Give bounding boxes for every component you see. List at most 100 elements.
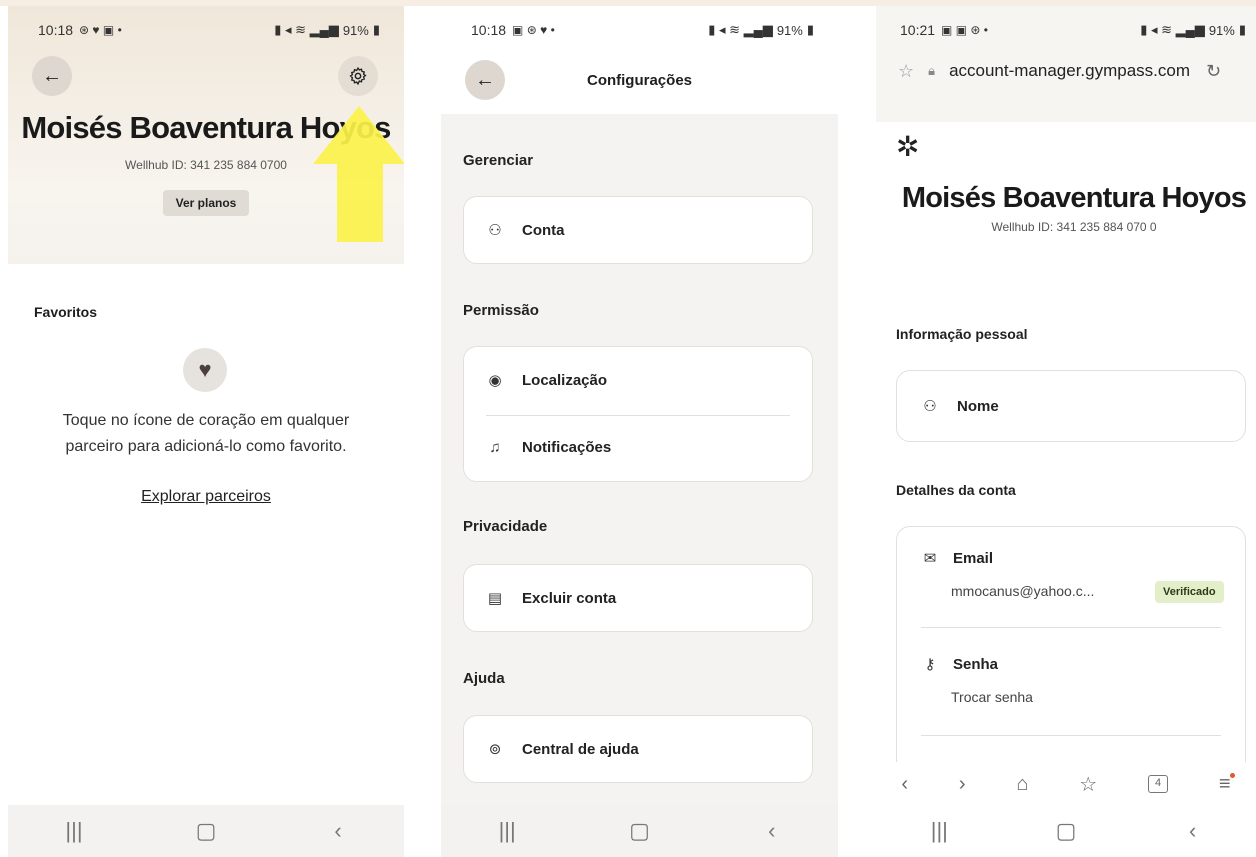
email-row[interactable]: ✉ Email bbox=[921, 549, 994, 568]
status-bar: 10:18 ▣ ⊛ ♥ • ▮ ◂ ≋ ▂▄▆ 91% ▮ bbox=[441, 6, 838, 54]
android-nav-bar: ||| ▢ ‹ bbox=[441, 805, 838, 857]
notifications-item[interactable]: ♫ Notificações bbox=[486, 439, 611, 456]
phone-settings-screen: 10:18 ▣ ⊛ ♥ • ▮ ◂ ≋ ▂▄▆ 91% ▮ ← Configur… bbox=[441, 6, 838, 857]
android-nav-bar: ||| ▢ ‹ bbox=[8, 805, 404, 857]
password-row[interactable]: ⚷ Senha bbox=[921, 655, 999, 674]
back-arrow-icon: ← bbox=[42, 64, 62, 87]
browser-back-icon[interactable]: ‹ bbox=[901, 773, 908, 796]
view-plans-button[interactable]: Ver planos bbox=[163, 190, 249, 216]
phone-browser-account-screen: 10:21 ▣ ▣ ⊛ • ▮ ◂ ≋ ▂▄▆ 91% ▮ ☆ 🔒︎ accou… bbox=[876, 6, 1256, 857]
address-bar[interactable]: ☆ 🔒︎ account-manager.gympass.com ↻ bbox=[876, 54, 1256, 88]
explore-partners-link[interactable]: Explorar parceiros bbox=[8, 488, 404, 506]
recent-apps-icon[interactable]: ||| bbox=[919, 818, 959, 844]
status-notification-icons: ⊛ ♥ ▣ • bbox=[79, 23, 122, 37]
wellhub-id: Wellhub ID: 341 235 884 070 0 bbox=[991, 220, 1157, 234]
back-nav-icon[interactable]: ‹ bbox=[752, 818, 792, 844]
home-nav-icon[interactable]: ▢ bbox=[1046, 818, 1086, 844]
heart-icon: ♥ bbox=[198, 357, 212, 382]
account-label: Conta bbox=[522, 221, 565, 239]
battery-icon: ▮ bbox=[372, 22, 380, 37]
divider bbox=[486, 415, 790, 416]
account-card[interactable]: ⚇ Conta bbox=[463, 196, 813, 264]
back-button[interactable]: ← bbox=[32, 56, 72, 96]
back-nav-icon[interactable]: ‹ bbox=[1173, 818, 1213, 844]
account-details-title: Detalhes da conta bbox=[896, 482, 1016, 498]
home-nav-icon[interactable]: ▢ bbox=[619, 818, 659, 844]
key-icon: ⚷ bbox=[924, 656, 936, 673]
help-center-card[interactable]: ⊚ Central de ajuda bbox=[463, 715, 813, 783]
help-center-label: Central de ajuda bbox=[522, 740, 639, 758]
signal-icons: ▮ ◂ ≋ ▂▄▆ bbox=[708, 22, 773, 37]
mail-icon: ✉ bbox=[923, 550, 937, 567]
status-notification-icons: ▣ ⊛ ♥ • bbox=[512, 23, 555, 37]
name-label: Nome bbox=[957, 397, 999, 415]
wellhub-logo-icon: ✲ bbox=[896, 131, 920, 162]
permissions-card: ◉ Localização ♫ Notificações bbox=[463, 346, 813, 482]
favorites-title: Favoritos bbox=[34, 304, 98, 320]
settings-title: Configurações bbox=[586, 72, 692, 89]
status-bar: 10:18 ⊛ ♥ ▣ • ▮ ◂ ≋ ▂▄▆ 91% ▮ bbox=[8, 6, 404, 54]
battery-level: 91% bbox=[776, 22, 803, 38]
status-time: 10:18 bbox=[471, 22, 507, 38]
browser-forward-icon[interactable]: › bbox=[959, 773, 966, 796]
section-help: Ajuda bbox=[463, 670, 505, 687]
home-nav-icon[interactable]: ▢ bbox=[186, 818, 226, 844]
document-icon: ▤ bbox=[487, 590, 503, 607]
empty-favorites-text-1: Toque no ícone de coração em qualquer bbox=[62, 412, 350, 429]
browser-toolbar: ‹ › ⌂ ☆ 4 ≡ bbox=[876, 762, 1256, 806]
yellow-arrow-annotation bbox=[313, 106, 404, 242]
battery-icon: ▮ bbox=[1238, 22, 1246, 37]
back-nav-icon[interactable]: ‹ bbox=[318, 818, 358, 844]
signal-icons: ▮ ◂ ≋ ▂▄▆ bbox=[1140, 22, 1205, 37]
bell-icon: ♫ bbox=[489, 439, 501, 456]
settings-button[interactable] bbox=[338, 56, 378, 96]
battery-level: 91% bbox=[342, 22, 369, 38]
url-text: account-manager.gympass.com bbox=[949, 61, 1191, 80]
tabs-icon[interactable]: 4 bbox=[1148, 775, 1169, 793]
bookmark-star-icon[interactable]: ☆ bbox=[898, 61, 914, 82]
empty-favorites-text-2: parceiro para adicioná-lo como favorito. bbox=[65, 438, 347, 455]
help-circle-icon: ⊚ bbox=[488, 741, 502, 758]
change-password-link[interactable]: Trocar senha bbox=[951, 689, 1033, 705]
delete-account-card[interactable]: ▤ Excluir conta bbox=[463, 564, 813, 632]
signal-icons: ▮ ◂ ≋ ▂▄▆ bbox=[274, 22, 339, 37]
status-bar: 10:21 ▣ ▣ ⊛ • ▮ ◂ ≋ ▂▄▆ 91% ▮ bbox=[876, 6, 1256, 54]
recent-apps-icon[interactable]: ||| bbox=[487, 818, 527, 844]
divider bbox=[921, 735, 1221, 736]
heart-badge: ♥ bbox=[183, 348, 227, 392]
divider bbox=[921, 627, 1221, 628]
location-item[interactable]: ◉ Localização bbox=[486, 371, 608, 390]
status-notification-icons: ▣ ▣ ⊛ • bbox=[941, 23, 988, 37]
password-label: Senha bbox=[953, 655, 999, 673]
email-value: mmocanus@yahoo.c... bbox=[951, 583, 1095, 599]
personal-info-title: Informação pessoal bbox=[896, 326, 1028, 342]
person-icon: ⚇ bbox=[488, 222, 502, 239]
home-icon[interactable]: ⌂ bbox=[1016, 773, 1028, 796]
android-nav-bar: ||| ▢ ‹ bbox=[876, 805, 1256, 857]
menu-icon[interactable]: ≡ bbox=[1219, 772, 1235, 796]
phone-profile-screen: 10:18 ⊛ ♥ ▣ • ▮ ◂ ≋ ▂▄▆ 91% ▮ ← Moisés B… bbox=[8, 6, 404, 857]
profile-name: Moisés Boaventura Hoyos bbox=[901, 182, 1247, 214]
section-manage: Gerenciar bbox=[463, 152, 534, 169]
lock-icon: 🔒︎ bbox=[928, 63, 936, 78]
notifications-label: Notificações bbox=[522, 439, 612, 456]
notification-dot bbox=[1229, 772, 1235, 778]
delete-account-label: Excluir conta bbox=[522, 589, 617, 607]
recent-apps-icon[interactable]: ||| bbox=[54, 818, 94, 844]
verified-badge: Verificado bbox=[1155, 581, 1224, 603]
section-privacy: Privacidade bbox=[463, 518, 548, 535]
reload-icon[interactable]: ↻ bbox=[1206, 61, 1221, 82]
person-icon: ⚇ bbox=[923, 398, 937, 415]
section-permission: Permissão bbox=[463, 302, 539, 319]
location-pin-icon: ◉ bbox=[488, 372, 502, 389]
location-label: Localização bbox=[522, 371, 608, 389]
account-details-card: ✉ Email mmocanus@yahoo.c... Verificado ⚷ S… bbox=[896, 526, 1246, 796]
star-icon[interactable]: ☆ bbox=[1079, 772, 1097, 797]
battery-level: 91% bbox=[1208, 22, 1235, 38]
battery-icon: ▮ bbox=[806, 22, 814, 37]
name-card[interactable]: ⚇ Nome bbox=[896, 370, 1246, 442]
email-label: Email bbox=[953, 549, 994, 567]
status-time: 10:21 bbox=[900, 22, 936, 38]
settings-gear-icon bbox=[349, 66, 367, 86]
status-time: 10:18 bbox=[38, 22, 74, 38]
